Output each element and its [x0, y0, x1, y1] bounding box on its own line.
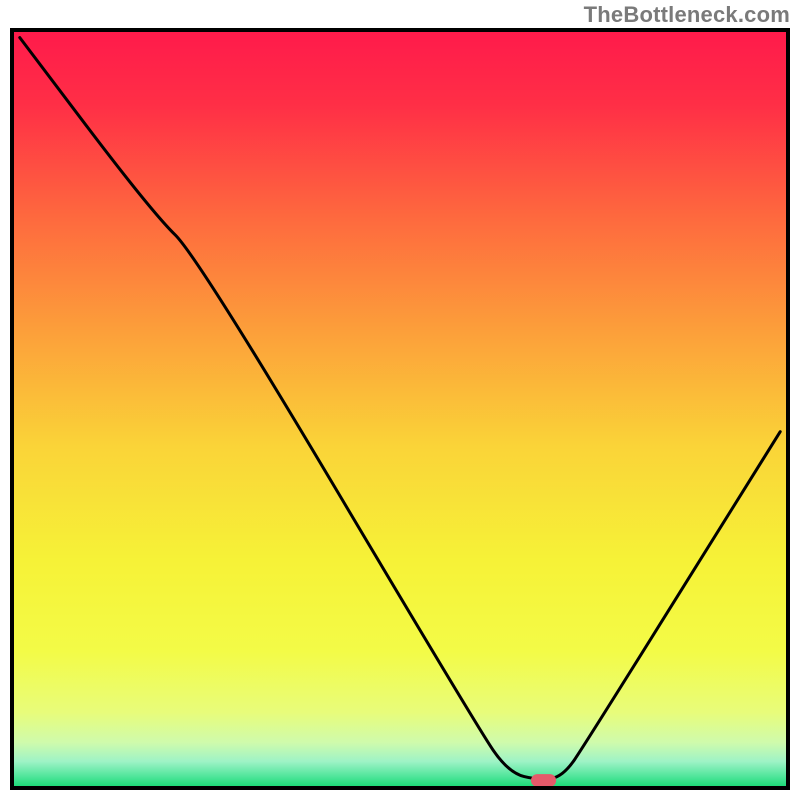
plot-background: [12, 30, 788, 788]
bottleneck-chart: [0, 0, 800, 800]
watermark-text: TheBottleneck.com: [584, 2, 790, 28]
optimal-marker: [531, 774, 556, 787]
